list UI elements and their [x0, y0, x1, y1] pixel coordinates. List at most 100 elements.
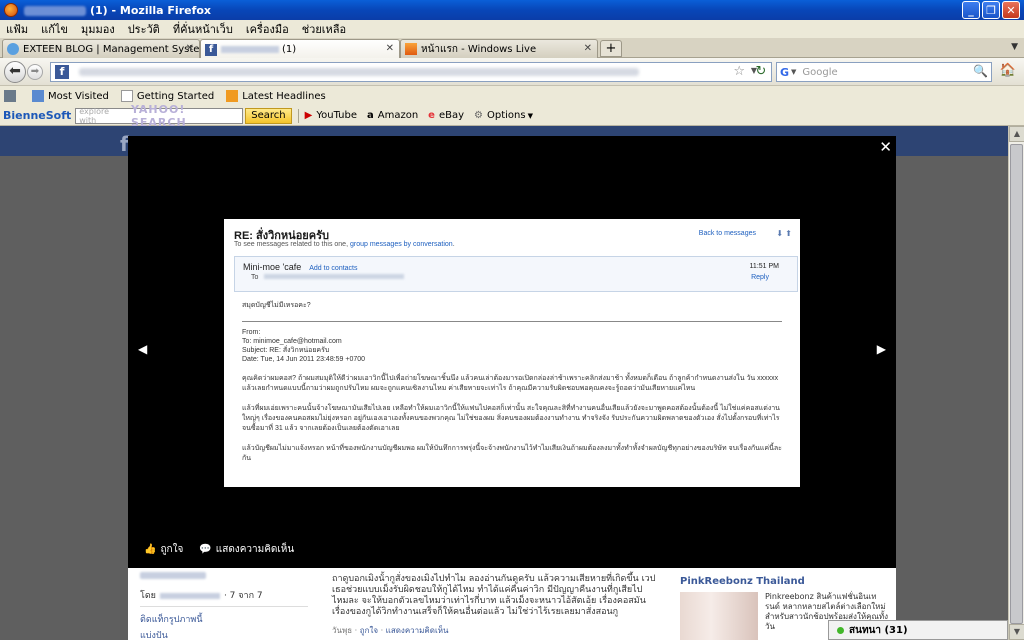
- yahoo-logo: YAHOO! SEARCH: [130, 102, 187, 129]
- quoted-date: Date: Tue, 14 Jun 2011 23:48:59 +0700: [242, 356, 366, 363]
- google-icon[interactable]: G: [780, 66, 789, 79]
- menu-file[interactable]: แฟ้ม: [6, 20, 28, 38]
- photo-details: โดย · 7 จาก 7 ติดแท็กรูปภาพนี้ แบ่งปัน ถา…: [128, 568, 896, 640]
- youtube-link[interactable]: ▶ YouTube: [305, 110, 357, 121]
- email-paragraph: คุณคิดว่าผมคอส? ถ้าผมสมมุติให้ดีว่าผมเอา…: [242, 375, 779, 392]
- tab-windows-live[interactable]: หน้าแรก - Windows Live ✕: [400, 39, 598, 58]
- ad-title[interactable]: PinkReebonz Thailand: [680, 576, 805, 587]
- link-label: eBay: [438, 110, 465, 121]
- tab-facebook[interactable]: f (1) ✕: [200, 39, 400, 59]
- tab-exteen[interactable]: EXTEEN BLOG | Management System ✕: [2, 39, 200, 58]
- tab-label: หน้าแรก - Windows Live: [421, 43, 537, 55]
- scroll-thumb[interactable]: [1010, 144, 1023, 624]
- sender-panel: Mini-moe 'cafe Add to contacts To 11:51 P…: [234, 256, 798, 292]
- quoted-to: To: minimoe_cafe@hotmail.com: [242, 338, 342, 345]
- rss-icon: [226, 90, 239, 102]
- recipient-line: To: [251, 274, 405, 281]
- chat-label: สนทนา (31): [849, 624, 908, 636]
- group-conversation-link: group messages by conversation: [349, 241, 453, 248]
- url-bar[interactable]: f ☆ ▼: [50, 62, 772, 82]
- chat-bar[interactable]: สนทนา (31): [828, 620, 1008, 640]
- search-icon[interactable]: 🔍: [973, 64, 988, 78]
- bookmark-most-visited[interactable]: Most Visited: [32, 90, 109, 102]
- home-icon[interactable]: 🏠: [998, 63, 1018, 81]
- options-menu[interactable]: ⚙ Options ▼: [474, 110, 533, 121]
- share-link[interactable]: แบ่งปัน: [140, 628, 168, 640]
- window-title: (1) - Mozilla Firefox: [24, 4, 211, 17]
- new-tab-button[interactable]: +: [600, 40, 622, 57]
- email-body: สมุดบัญชีไม่มีเหรอคะ? From: To: minimoe_…: [242, 301, 782, 474]
- bookmark-getting-started[interactable]: Getting Started: [120, 90, 215, 102]
- close-tab-icon[interactable]: ✕: [386, 43, 394, 54]
- scroll-down-icon[interactable]: ▼: [1009, 624, 1024, 640]
- facebook-icon: f: [205, 43, 217, 56]
- next-photo-icon[interactable]: ▶: [877, 342, 886, 356]
- previous-photo-icon[interactable]: ◀: [138, 342, 147, 356]
- sender-name: Mini-moe 'cafe: [243, 262, 302, 272]
- forward-button[interactable]: ➡: [27, 64, 43, 80]
- blurred-username: [24, 5, 86, 16]
- menu-bookmarks[interactable]: ที่คั่นหน้าเว็บ: [173, 20, 233, 38]
- yahoo-search-button[interactable]: Search: [245, 107, 292, 124]
- back-to-messages-link: Back to messages: [698, 230, 756, 237]
- blurred-owner: [159, 592, 220, 599]
- engine-dropdown-icon[interactable]: ▼: [791, 68, 796, 76]
- sender-line: Mini-moe 'cafe Add to contacts: [243, 262, 358, 272]
- photo-viewer: ✕ ◀ ▶ RE: สั่งวิกหน่อยครับ Back to messa…: [128, 136, 896, 568]
- reload-icon[interactable]: ↻: [752, 62, 770, 82]
- menu-tools[interactable]: เครื่องมือ: [246, 20, 289, 38]
- like-label: ถูกใจ: [160, 544, 184, 555]
- ebay-link[interactable]: e eBay: [428, 110, 464, 121]
- ebay-icon: e: [428, 110, 435, 121]
- conversation-hint: To see messages related to this one, gro…: [234, 241, 455, 248]
- menu-edit[interactable]: แก้ไข: [41, 20, 68, 38]
- email-screenshot: RE: สั่งวิกหน่อยครับ Back to messages ⬇ …: [224, 219, 800, 487]
- close-window-button[interactable]: ✕: [1002, 1, 1020, 19]
- bookmark-label: Getting Started: [136, 90, 215, 102]
- ad-image[interactable]: [680, 592, 758, 640]
- tab-list-icon[interactable]: ▼: [1011, 42, 1018, 52]
- amazon-link[interactable]: a Amazon: [367, 110, 418, 121]
- meta-like-link[interactable]: ถูกใจ: [360, 626, 378, 635]
- quoted-subject: Subject: RE: สั่งวิกหน่อยครับ: [242, 347, 330, 354]
- tag-photo-link[interactable]: ติดแท็กรูปภาพนี้: [140, 612, 203, 626]
- facebook-favicon: f: [55, 65, 69, 79]
- blurred-album-name: [140, 572, 206, 579]
- close-icon[interactable]: ✕: [879, 138, 892, 156]
- back-button[interactable]: ⬅: [4, 61, 26, 83]
- photo-count: · 7 จาก 7: [223, 591, 263, 601]
- gear-icon: ⚙: [474, 110, 483, 121]
- close-tab-icon[interactable]: ✕: [584, 43, 592, 54]
- bookmark-star-icon[interactable]: ☆: [733, 64, 745, 79]
- bookmark-plus-icon: [4, 90, 16, 102]
- tab-bar: EXTEEN BLOG | Management System ✕ f (1) …: [0, 38, 1024, 59]
- yahoo-search-input[interactable]: explore with YAHOO! SEARCH: [75, 103, 244, 129]
- navigation-toolbar: ⬅ ➡ f ☆ ▼ ↻ G ▼ Google 🔍 🏠: [0, 58, 1024, 86]
- thumbs-up-icon: 👍: [144, 544, 157, 555]
- chevron-down-icon: ▼: [527, 111, 533, 120]
- menu-history[interactable]: ประวัติ: [128, 20, 160, 38]
- like-button[interactable]: 👍 ถูกใจ: [144, 542, 183, 557]
- bienne-brand[interactable]: BienneSoft: [3, 109, 71, 122]
- photo-caption: ถาดูบอกเมิงนั้ากูสั่งของเมิงไปทำไม ลองอ่…: [332, 574, 656, 617]
- yahoo-placeholder: explore with: [79, 106, 110, 125]
- maximize-button[interactable]: ❐: [982, 1, 1000, 19]
- minimize-button[interactable]: _: [962, 1, 980, 19]
- add-bookmark-icon[interactable]: [4, 90, 20, 102]
- window-controls: _ ❐ ✕: [962, 1, 1020, 19]
- link-label: YouTube: [316, 110, 357, 121]
- comment-icon: 💬: [199, 544, 212, 555]
- email-paragraph: แล้วบัญชีผมไม่มาแจ้งหรอก หน้าที่ของพนักง…: [242, 445, 782, 462]
- comment-button[interactable]: 💬 แสดงความคิดเห็น: [199, 542, 294, 557]
- scroll-up-icon[interactable]: ▲: [1009, 126, 1024, 142]
- tab-label: (1): [282, 44, 297, 55]
- vertical-scrollbar[interactable]: ▲ ▼: [1008, 126, 1024, 640]
- email-paragraph: แล้วที่ผมเอ่ยเพราะคนนั้นจ้างโฆษณามันเสีย…: [242, 405, 780, 432]
- search-box[interactable]: G ▼ Google 🔍: [776, 62, 992, 82]
- meta-comment-link[interactable]: แสดงความคิดเห็น: [386, 626, 449, 635]
- menu-help[interactable]: ช่วยเหลือ: [302, 20, 346, 38]
- bookmark-latest-headlines[interactable]: Latest Headlines: [226, 90, 326, 102]
- menu-view[interactable]: มุมมอง: [81, 20, 115, 38]
- menu-bar: แฟ้ม แก้ไข มุมมอง ประวัติ ที่คั่นหน้าเว็…: [0, 20, 1024, 38]
- close-tab-icon[interactable]: ✕: [186, 43, 194, 54]
